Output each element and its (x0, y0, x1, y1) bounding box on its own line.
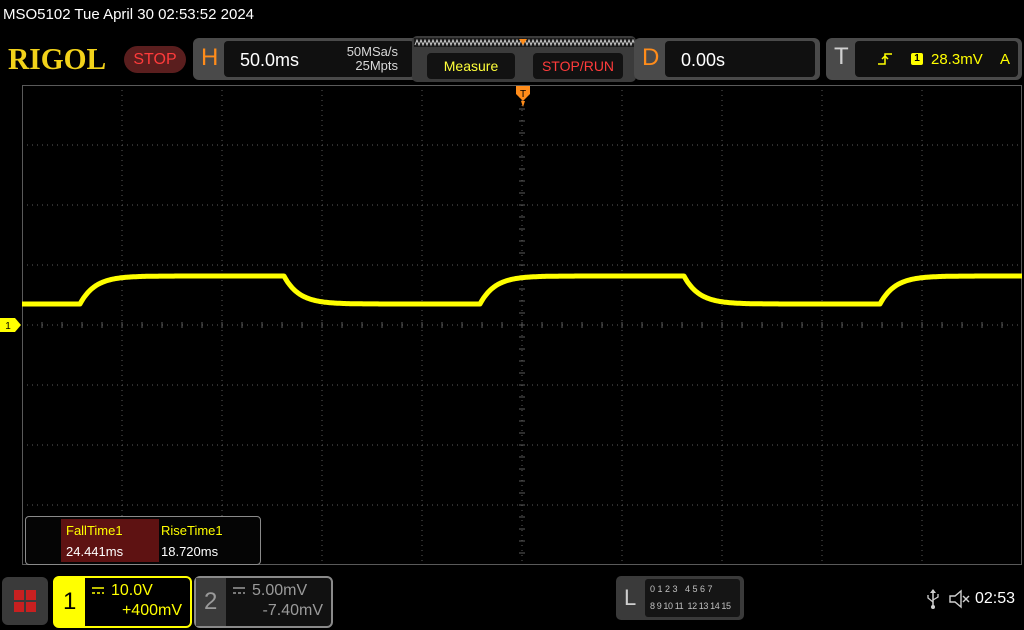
run-status-badge[interactable]: STOP (124, 46, 186, 73)
waveform-display[interactable] (22, 85, 1022, 565)
channel-2-number: 2 (204, 588, 218, 615)
rigol-logo: RIGOL (8, 41, 107, 76)
logic-analyzer-button[interactable]: L 0 1 2 3 4 5 6 7 8 9 10 11 12 13 14 15 (616, 576, 744, 620)
channel-2-scale: 5.00mV (252, 582, 308, 599)
channel-1-number: 1 (63, 588, 77, 615)
trigger-marker-label: T (520, 89, 526, 100)
trigger-position-marker-icon[interactable]: T (515, 86, 531, 110)
logic-channels-row-1: 0 1 2 3 4 5 6 7 (650, 584, 713, 594)
menu-button[interactable] (2, 577, 48, 625)
center-toolbar: Measure STOP/RUN (412, 36, 636, 82)
channel-1-scale: 10.0V (111, 582, 153, 599)
timebase-value: 50.0ms (240, 50, 300, 70)
clock-time: 02:53 (975, 590, 1016, 607)
memory-position-bar[interactable] (412, 36, 636, 50)
dc-coupling-icon (92, 587, 104, 594)
grid-menu-icon (14, 590, 36, 612)
channel-1-button[interactable]: 1 10.0V +400mV (53, 576, 192, 628)
speaker-muted-icon[interactable] (949, 589, 971, 609)
title-text: MSO5102 Tue April 30 02:53:52 2024 (3, 6, 255, 23)
trigger-panel[interactable]: T 1 28.3mV A (826, 38, 1022, 80)
graticule (22, 85, 1022, 565)
bottom-bar: 1 10.0V +400mV 2 5.00mV -7.40mV L 0 1 2 … (0, 572, 1024, 630)
delay-panel[interactable]: D 0.00s (634, 38, 820, 80)
channel-marker-label: 1 (5, 321, 11, 332)
measurement-value-2: 18.720ms (161, 544, 219, 559)
delay-letter: D (642, 44, 660, 71)
memory-depth: 25Mpts (355, 58, 398, 73)
horizontal-value-panel: 50.0ms 50MSa/s 25Mpts (224, 41, 414, 77)
rising-edge-trigger-icon (878, 53, 892, 65)
channel-2-button[interactable]: 2 5.00mV -7.40mV (194, 576, 333, 628)
measurement-panel[interactable]: FallTime1 24.441ms RiseTime1 18.720ms (25, 516, 261, 565)
measure-button[interactable]: Measure (427, 53, 515, 79)
logic-channel-panel: 0 1 2 3 4 5 6 7 8 9 10 11 12 13 14 15 (645, 579, 740, 617)
measurement-name-2: RiseTime1 (161, 523, 223, 538)
measurement-value-1: 24.441ms (66, 544, 124, 559)
channel-1-offset: +400mV (121, 602, 182, 619)
title-bar: MSO5102 Tue April 30 02:53:52 2024 (0, 0, 1024, 30)
dc-coupling-icon (233, 587, 245, 594)
delay-value: 0.00s (681, 50, 726, 70)
trigger-level: 28.3mV (931, 51, 983, 68)
delay-value-panel: 0.00s (665, 41, 815, 77)
logic-channels-row-2: 8 9 10 11 12 13 14 15 (650, 601, 731, 611)
horizontal-panel[interactable]: H 50.0ms 50MSa/s 25Mpts (193, 38, 419, 80)
trigger-source-badge: 1 (911, 53, 923, 65)
stop-run-button[interactable]: STOP/RUN (533, 53, 623, 79)
usb-icon (927, 589, 939, 609)
horizontal-letter: H (201, 44, 219, 71)
trigger-letter: T (834, 43, 849, 70)
logic-letter: L (624, 585, 637, 610)
trigger-mode: A (1000, 51, 1011, 68)
sample-rate: 50MSa/s (346, 44, 398, 59)
channel-1-offset-marker[interactable]: 1 (0, 318, 22, 332)
trigger-value-panel: 1 28.3mV A (855, 41, 1018, 77)
measurement-name-1: FallTime1 (66, 523, 123, 538)
channel-2-offset: -7.40mV (262, 602, 323, 619)
